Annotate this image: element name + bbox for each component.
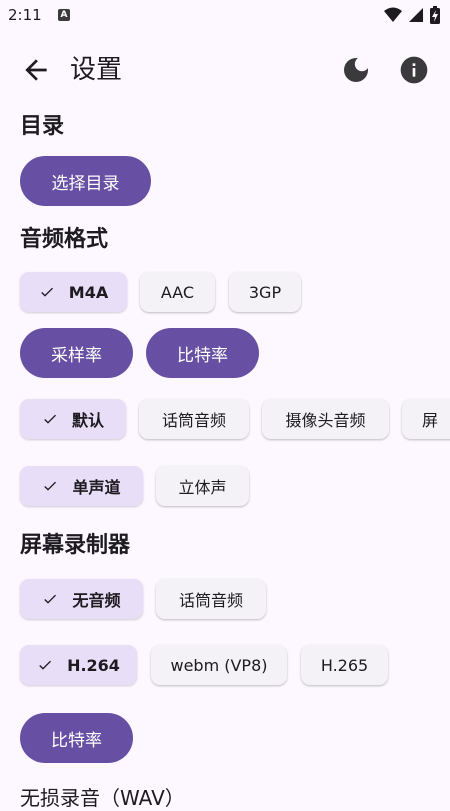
battery-icon	[430, 6, 440, 24]
chip-source-default[interactable]: 默认	[20, 399, 126, 439]
notification-icon: A	[58, 9, 70, 21]
info-button[interactable]	[398, 54, 430, 86]
chip-label: 屏	[422, 411, 439, 430]
chip-audio-mic[interactable]: 话筒音频	[156, 579, 266, 619]
chip-codec-h265[interactable]: H.265	[301, 645, 388, 685]
sample-rate-button[interactable]: 采样率	[20, 328, 133, 378]
back-button[interactable]	[20, 54, 52, 86]
chip-audio-none[interactable]: 无音频	[20, 579, 143, 619]
chip-label: 单声道	[72, 478, 121, 497]
top-app-bar: 设置	[0, 42, 450, 98]
section-title-lossless: 无损录音（WAV）	[20, 786, 185, 810]
chip-codec-webm[interactable]: webm (VP8)	[151, 645, 287, 685]
chip-source-camera[interactable]: 摄像头音频	[262, 399, 389, 439]
arrow-back-icon	[25, 59, 47, 81]
chip-label: AAC	[160, 282, 195, 302]
chip-label: M4A	[68, 282, 109, 302]
moon-icon	[344, 58, 368, 82]
chip-label: H.265	[320, 655, 369, 675]
chip-source-mic[interactable]: 话筒音频	[139, 399, 249, 439]
check-icon	[41, 287, 53, 297]
chip-format-aac[interactable]: AAC	[140, 272, 215, 312]
chip-label: 立体声	[178, 478, 227, 497]
bitrate-button[interactable]: 比特率	[146, 328, 259, 378]
chip-label: 摄像头音频	[285, 411, 366, 430]
chip-label: webm (VP8)	[170, 655, 268, 675]
chip-label: 默认	[71, 411, 104, 430]
page-title: 设置	[70, 55, 123, 85]
status-time: 2:11	[8, 6, 42, 24]
chip-source-screen[interactable]: 屏	[402, 399, 450, 439]
signal-icon	[409, 8, 423, 22]
choose-directory-button[interactable]: 选择目录	[20, 156, 151, 206]
screen-bitrate-button[interactable]: 比特率	[20, 713, 133, 763]
chip-label: H.264	[67, 655, 120, 675]
section-title-audio-format: 音频格式	[20, 227, 109, 252]
section-title-directory: 目录	[20, 114, 65, 139]
check-icon	[44, 414, 56, 424]
status-icons	[384, 6, 440, 24]
chip-format-3gp[interactable]: 3GP	[229, 272, 301, 312]
section-title-screen-recorder: 屏幕录制器	[20, 533, 131, 558]
chip-label: 3GP	[248, 282, 282, 302]
info-icon	[400, 56, 428, 84]
chip-format-m4a[interactable]: M4A	[20, 272, 127, 312]
chip-channel-stereo[interactable]: 立体声	[156, 466, 249, 506]
dark-mode-button[interactable]	[340, 54, 372, 86]
chip-codec-h264[interactable]: H.264	[20, 645, 137, 685]
status-bar: 2:11 A	[0, 0, 450, 32]
check-icon	[44, 594, 57, 604]
chip-label: 话筒音频	[161, 411, 226, 430]
chip-label: 无音频	[72, 591, 121, 610]
wifi-icon	[384, 7, 402, 22]
check-icon	[44, 481, 57, 491]
check-icon	[39, 660, 52, 670]
chip-label: 话筒音频	[178, 591, 243, 610]
chip-channel-mono[interactable]: 单声道	[20, 466, 143, 506]
